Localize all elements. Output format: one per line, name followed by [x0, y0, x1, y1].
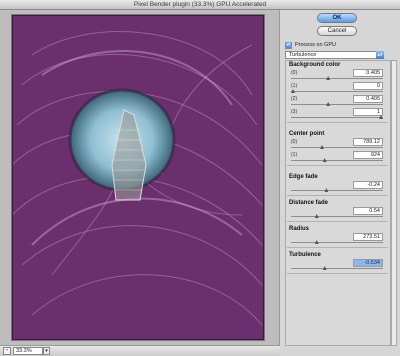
- param-value-field[interactable]: 0.405: [353, 69, 383, 77]
- filter-select[interactable]: Turbulence ▴▾: [285, 51, 384, 59]
- parameters-scrollbar[interactable]: [391, 60, 397, 346]
- param-row: (1) 924: [287, 151, 388, 164]
- group-divider: [287, 195, 388, 196]
- slider-thumb-icon[interactable]: [326, 102, 331, 106]
- param-slider[interactable]: [291, 214, 383, 218]
- gpu-option[interactable]: ✓ Process on GPU: [285, 41, 336, 49]
- window-title: Pixel Bender plugin (33.3%) GPU Accelera…: [0, 0, 400, 10]
- zoom-dropdown-icon[interactable]: ▾: [43, 347, 50, 355]
- group-divider: [287, 165, 388, 166]
- param-value-field[interactable]: 1: [353, 108, 383, 116]
- slider-thumb-icon[interactable]: [314, 240, 319, 244]
- param-row: -0.24: [287, 181, 388, 194]
- slider-thumb-icon[interactable]: [324, 188, 329, 192]
- cancel-button[interactable]: Cancel: [317, 26, 357, 36]
- param-value-field[interactable]: -0.534: [353, 259, 383, 267]
- param-value-field[interactable]: 924: [353, 151, 383, 159]
- group-divider: [287, 273, 388, 274]
- param-label: (1): [291, 83, 298, 89]
- gpu-label: Process on GPU: [295, 42, 336, 48]
- param-group-title: Background color: [289, 62, 341, 68]
- param-label: (1): [291, 152, 298, 158]
- param-group-title: Center point: [289, 131, 325, 137]
- param-label: (2): [291, 96, 298, 102]
- slider-thumb-icon[interactable]: [326, 76, 331, 80]
- param-group-title: Distance fade: [289, 200, 329, 206]
- zoom-out-button[interactable]: -: [3, 347, 11, 355]
- param-slider[interactable]: [291, 89, 383, 93]
- param-group: Background color (0) 0.405 (1) 0 (2) 0.405 (3) 1: [287, 61, 388, 125]
- param-value-field[interactable]: 0.54: [353, 207, 383, 215]
- gpu-checkbox[interactable]: ✓: [285, 41, 292, 49]
- slider-thumb-icon[interactable]: [322, 266, 327, 270]
- param-slider[interactable]: [291, 158, 383, 162]
- dropdown-arrow-icon[interactable]: ▴▾: [376, 51, 384, 59]
- param-row: (0) 789.12: [287, 138, 388, 151]
- param-slider[interactable]: [291, 240, 383, 244]
- filter-select-value: Turbulence: [289, 52, 317, 58]
- zoom-field[interactable]: 33.3%: [13, 347, 43, 355]
- param-value-field[interactable]: 273.51: [353, 233, 383, 241]
- slider-thumb-icon[interactable]: [322, 158, 327, 162]
- param-value-field[interactable]: 0.405: [353, 95, 383, 103]
- group-divider: [287, 221, 388, 222]
- group-divider: [287, 247, 388, 248]
- param-value-field[interactable]: -0.24: [353, 181, 383, 189]
- param-row: (0) 0.405: [287, 69, 388, 82]
- status-bar: - 33.3% ▾: [0, 345, 280, 356]
- param-slider[interactable]: [291, 102, 383, 106]
- param-value-field[interactable]: 789.12: [353, 138, 383, 146]
- param-row: 0.54: [287, 207, 388, 220]
- preview-area: [0, 10, 280, 345]
- param-slider[interactable]: [291, 266, 383, 270]
- param-group: Distance fade 0.54: [287, 199, 388, 224]
- param-group: Edge fade -0.24: [287, 173, 388, 198]
- param-group-title: Edge fade: [289, 174, 318, 180]
- param-slider[interactable]: [291, 188, 383, 192]
- param-slider[interactable]: [291, 76, 383, 80]
- param-row: 273.51: [287, 233, 388, 246]
- group-divider: [287, 122, 388, 123]
- param-group-title: Turbulence: [289, 252, 321, 258]
- param-group: Radius 273.51: [287, 225, 388, 250]
- param-row: -0.534: [287, 259, 388, 272]
- slider-thumb-icon[interactable]: [320, 145, 325, 149]
- param-label: (0): [291, 70, 298, 76]
- param-slider[interactable]: [291, 115, 383, 119]
- slider-thumb-icon[interactable]: [291, 89, 295, 93]
- param-group-title: Radius: [289, 226, 310, 232]
- param-row: (1) 0: [287, 82, 388, 95]
- swirl-image: [12, 15, 264, 340]
- param-label: (3): [291, 109, 298, 115]
- param-row: (2) 0.405: [287, 95, 388, 108]
- preview-image: [12, 15, 264, 340]
- param-group: Turbulence -0.534: [287, 251, 388, 276]
- slider-thumb-icon[interactable]: [314, 214, 319, 218]
- param-value-field[interactable]: 0: [353, 82, 383, 90]
- param-label: (0): [291, 139, 298, 145]
- ok-button[interactable]: OK: [317, 13, 357, 23]
- param-slider[interactable]: [291, 145, 383, 149]
- param-row: (3) 1: [287, 108, 388, 121]
- param-group: Center point (0) 789.12 (1) 924: [287, 130, 388, 168]
